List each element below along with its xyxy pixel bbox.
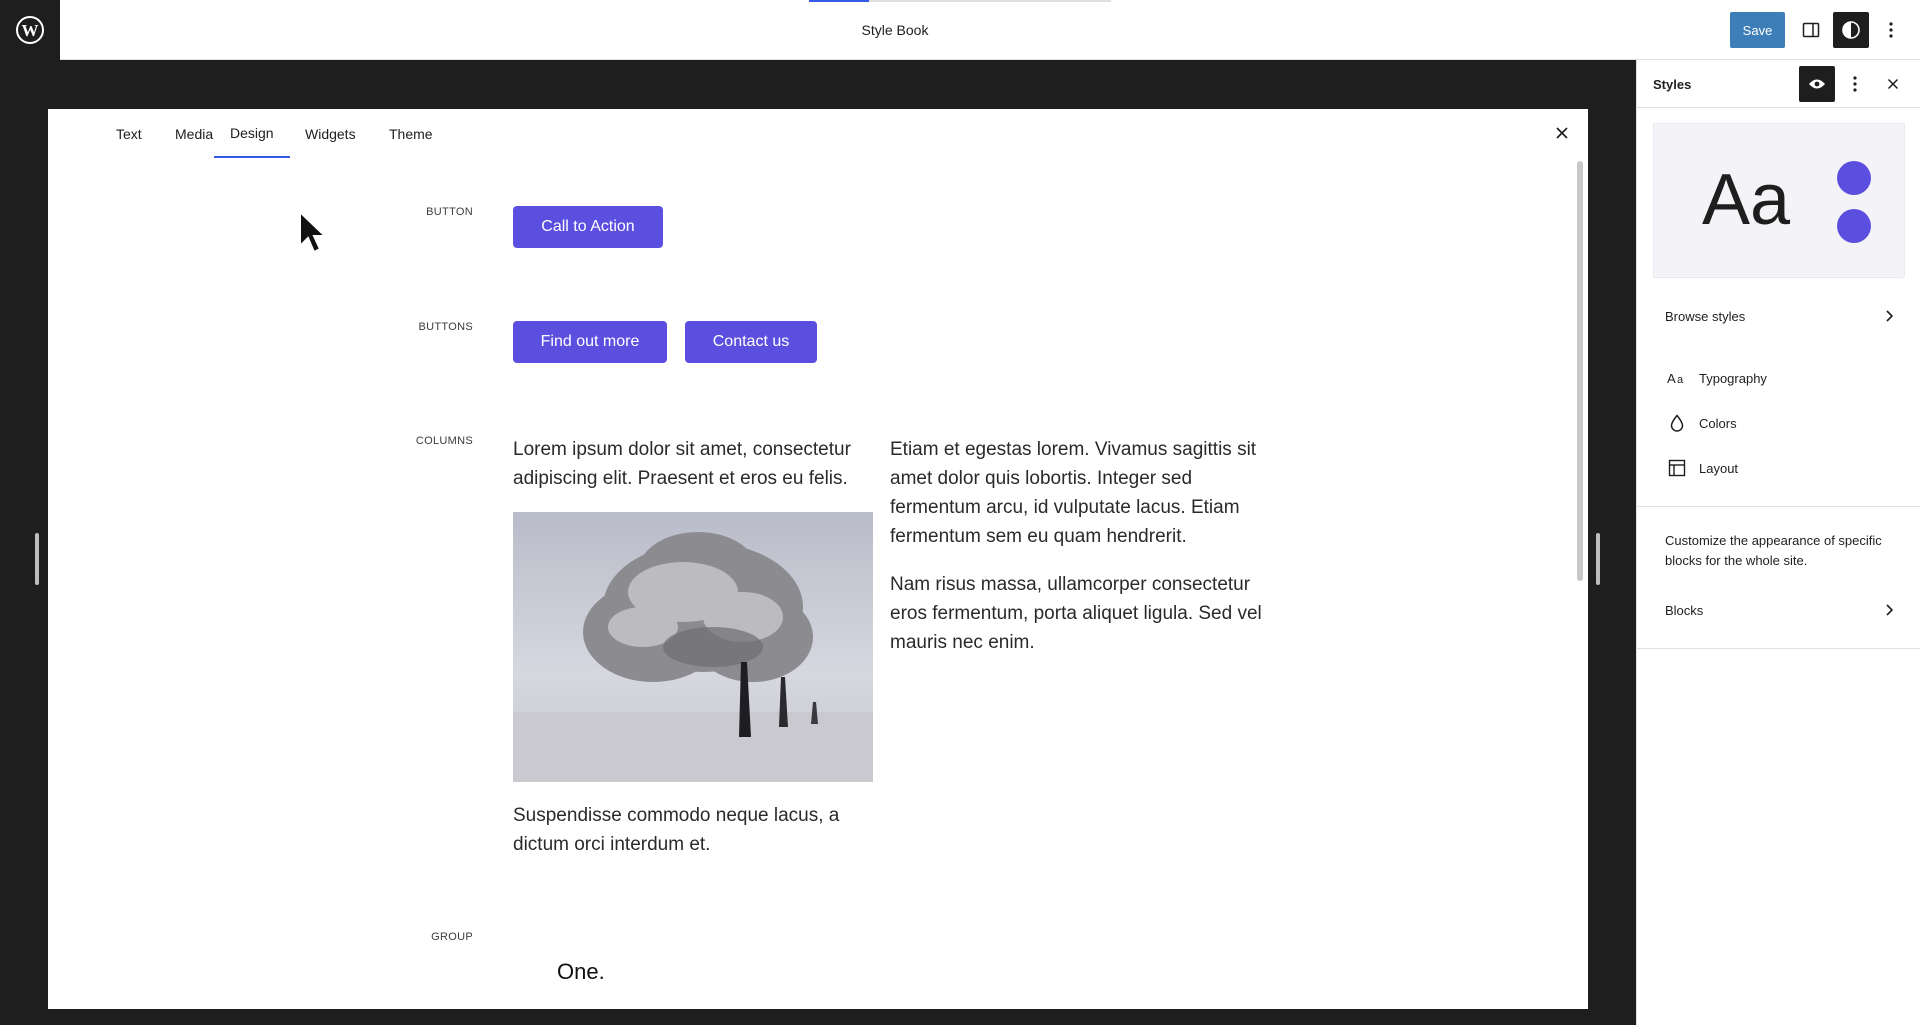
contact-us-button[interactable]: Contact us (685, 321, 817, 363)
column-2-paragraph-1: Etiam et egestas lorem. Vivamus sagittis… (890, 439, 1257, 547)
section-label-columns: COLUMNS (415, 435, 473, 447)
style-book-tabs: Text Media Design Widgets Theme (48, 109, 1588, 158)
blocks-label: Blocks (1665, 602, 1704, 618)
section-label-buttons: BUTTONS (418, 321, 473, 333)
chevron-right-icon (1885, 600, 1895, 623)
svg-text:a: a (1677, 374, 1684, 385)
column-1-paragraph-2: Suspendisse commodo neque lacus, a dictu… (513, 805, 840, 855)
style-preview[interactable]: Aa (1653, 123, 1905, 278)
styles-contrast-icon[interactable] (1833, 12, 1869, 48)
snowy-tree-image (513, 512, 873, 782)
svg-text:A: A (1667, 371, 1676, 385)
close-sidebar-icon[interactable] (1875, 66, 1911, 102)
scrollbar-thumb[interactable] (1577, 161, 1583, 581)
close-style-book-icon[interactable] (1550, 121, 1574, 145)
blocks-description: Customize the appearance of specific blo… (1665, 533, 1882, 568)
section-label-group: GROUP (431, 931, 473, 943)
typography-label: Typography (1699, 370, 1767, 386)
eye-icon[interactable] (1799, 66, 1835, 102)
column-2-paragraph-2: Nam risus massa, ullamcorper consectetur… (890, 574, 1262, 653)
tab-design[interactable]: Design (214, 109, 290, 158)
sidebar-item-typography[interactable]: Aa Typography (1637, 358, 1920, 398)
right-resize-handle[interactable] (1596, 533, 1600, 585)
layout-label: Layout (1699, 460, 1739, 476)
browse-styles-row[interactable]: Browse styles (1637, 294, 1920, 338)
typography-icon: Aa (1667, 368, 1687, 388)
style-book-frame: Text Media Design Widgets Theme BUTTON C… (48, 109, 1588, 1009)
left-resize-handle[interactable] (35, 533, 39, 585)
sidebar-item-colors[interactable]: Colors (1637, 403, 1920, 443)
sidebar-divider (1637, 648, 1920, 649)
style-book-scrollbar[interactable] (1576, 161, 1584, 1009)
sidebar-toggle-icon[interactable] (1793, 12, 1829, 48)
more-options-icon[interactable] (1873, 12, 1909, 48)
sidebar-header: Styles (1637, 60, 1920, 108)
call-to-action-button[interactable]: Call to Action (513, 206, 663, 248)
chevron-right-icon (1885, 306, 1895, 329)
column-1-paragraph-1: Lorem ipsum dolor sit amet, consectetur … (513, 439, 851, 489)
tab-text[interactable]: Text (100, 109, 158, 158)
colors-label: Colors (1699, 415, 1737, 431)
mouse-cursor-icon (298, 209, 328, 259)
preview-color-dot (1837, 161, 1871, 195)
browse-styles-label: Browse styles (1665, 308, 1746, 324)
find-out-more-button[interactable]: Find out more (513, 321, 667, 363)
layout-icon (1667, 458, 1687, 478)
sidebar-item-layout[interactable]: Layout (1637, 448, 1920, 488)
document-title[interactable]: Style Book (0, 0, 1790, 60)
group-text: One. (557, 959, 605, 984)
styles-sidebar: Styles Aa Browse styles Aa Typography Co… (1636, 60, 1920, 1025)
preview-aa-text: Aa (1702, 160, 1791, 240)
sidebar-more-options-icon[interactable] (1837, 66, 1873, 102)
tab-widgets[interactable]: Widgets (289, 109, 372, 158)
blocks-row[interactable]: Blocks (1637, 588, 1920, 632)
sidebar-divider (1637, 506, 1920, 507)
sidebar-title: Styles (1653, 76, 1692, 92)
save-button[interactable]: Save (1730, 12, 1785, 48)
tab-theme[interactable]: Theme (373, 109, 449, 158)
droplet-icon (1667, 413, 1687, 433)
preview-color-dot (1837, 209, 1871, 243)
top-bar: W Style Book Save (0, 0, 1920, 60)
